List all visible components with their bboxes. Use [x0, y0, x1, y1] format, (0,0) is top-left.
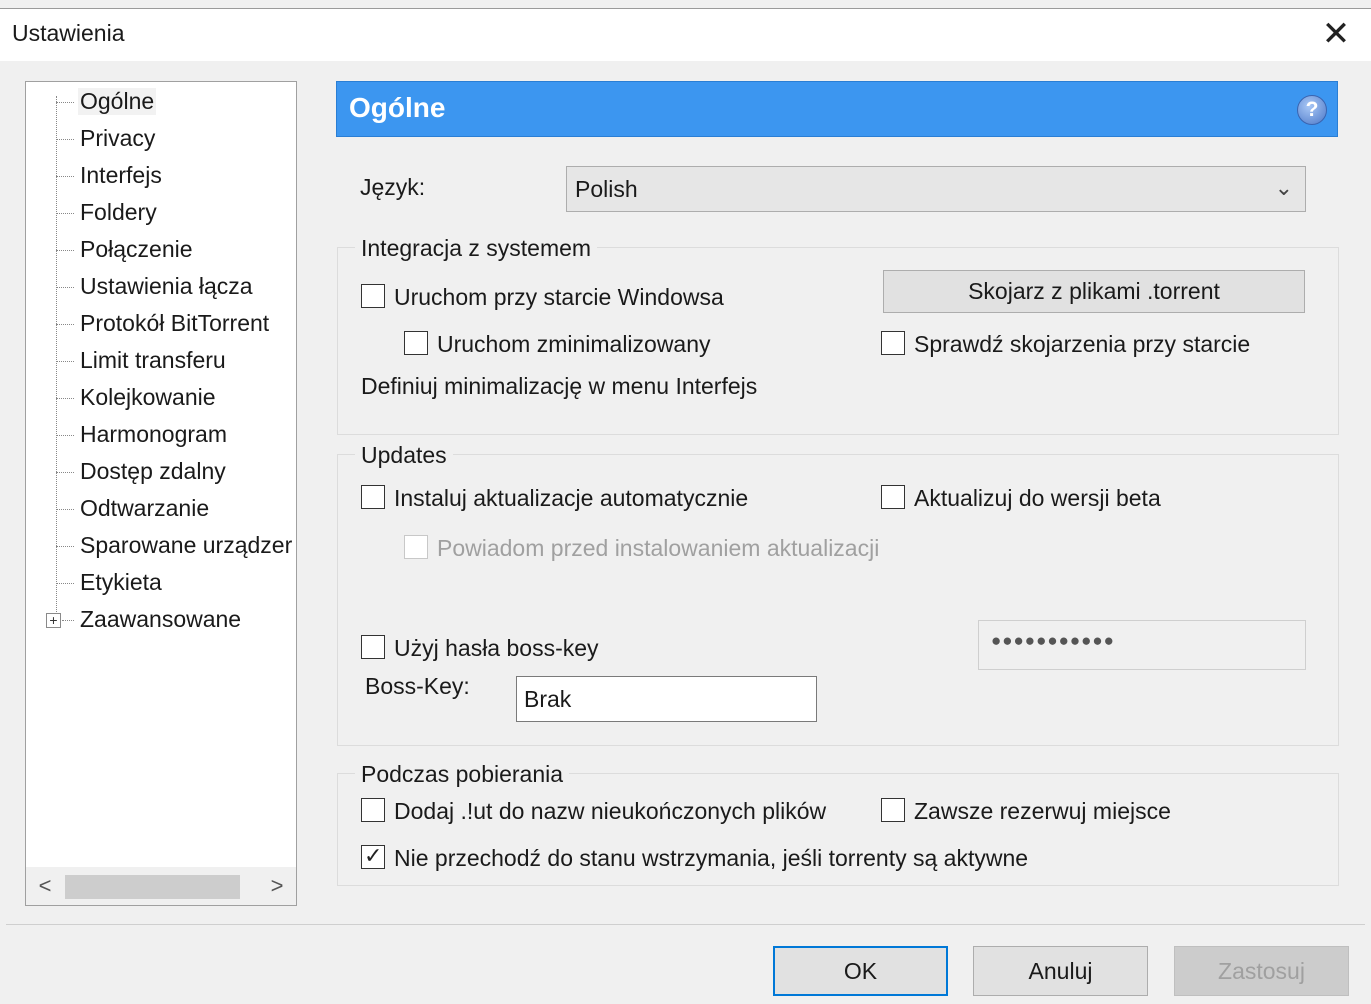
reserve-space-checkbox[interactable] — [881, 798, 905, 822]
define-minimize-text: Definiuj minimalizację w menu Interfejs — [361, 373, 758, 399]
settings-tree[interactable]: Ogólne Privacy Interfejs Foldery Połącze… — [25, 81, 297, 906]
bosskey-password-field[interactable]: ●●●●●●●●●●● — [978, 620, 1306, 670]
scrollbar-thumb[interactable] — [65, 875, 240, 899]
add-ut-extension-checkbox[interactable] — [361, 798, 385, 822]
download-group-title: Podczas pobierania — [355, 761, 570, 788]
language-value: Polish — [575, 176, 638, 202]
start-minimized-label: Uruchom zminimalizowany — [437, 331, 711, 357]
auto-install-checkbox[interactable] — [361, 485, 385, 509]
notify-before-install-label: Powiadom przed instalowaniem aktualizacj… — [437, 535, 880, 561]
cancel-button[interactable]: Anuluj — [973, 946, 1148, 996]
add-ut-extension-label: Dodaj .!ut do nazw nieukończonych plików — [394, 798, 827, 824]
expand-plus-icon[interactable]: + — [46, 613, 61, 628]
notify-before-install-checkbox[interactable] — [404, 535, 428, 559]
auto-install-label: Instaluj aktualizacje automatycznie — [394, 485, 749, 511]
title-bar — [0, 9, 1371, 61]
chevron-down-icon: ⌄ — [1274, 175, 1293, 200]
start-minimized-checkbox[interactable] — [404, 331, 428, 355]
scroll-right-icon[interactable]: > — [262, 871, 292, 901]
integration-group-title: Integracja z systemem — [355, 235, 598, 262]
language-select[interactable]: Polish ⌄ — [566, 166, 1306, 212]
beta-updates-label: Aktualizuj do wersji beta — [914, 485, 1161, 511]
scroll-left-icon[interactable]: < — [30, 871, 60, 901]
close-icon[interactable]: ✕ — [1316, 14, 1356, 54]
check-associations-checkbox[interactable] — [881, 331, 905, 355]
associate-torrent-button[interactable]: Skojarz z plikami .torrent — [883, 270, 1305, 313]
footer-separator — [6, 924, 1365, 925]
no-standby-checkbox[interactable] — [361, 843, 385, 869]
bosskey-input[interactable]: Brak — [516, 676, 817, 722]
check-associations-label: Sprawdź skojarzenia przy starcie — [914, 331, 1251, 357]
reserve-space-label: Zawsze rezerwuj miejsce — [914, 798, 1171, 824]
bosskey-value: Brak — [524, 686, 572, 712]
ok-button[interactable]: OK — [773, 946, 948, 996]
updates-group-title: Updates — [355, 442, 453, 469]
start-windows-label: Uruchom przy starcie Windowsa — [394, 284, 724, 310]
no-standby-label: Nie przechodź do stanu wstrzymania, jeśl… — [394, 845, 1029, 871]
language-label: Język: — [360, 174, 426, 200]
window-title: Ustawienia — [12, 20, 125, 46]
beta-updates-checkbox[interactable] — [881, 485, 905, 509]
bosskey-password-checkbox[interactable] — [361, 635, 385, 659]
password-mask: ●●●●●●●●●●● — [991, 631, 1115, 650]
start-windows-checkbox[interactable] — [361, 284, 385, 308]
tree-horizontal-scrollbar[interactable]: < > — [26, 867, 296, 905]
help-icon[interactable]: ? — [1297, 95, 1327, 125]
bosskey-password-label: Użyj hasła boss-key — [394, 635, 599, 661]
apply-button[interactable]: Zastosuj — [1174, 946, 1349, 996]
section-title: Ogólne — [349, 92, 446, 123]
bosskey-label: Boss-Key: — [365, 673, 470, 699]
section-header: Ogólne ? — [336, 81, 1338, 137]
